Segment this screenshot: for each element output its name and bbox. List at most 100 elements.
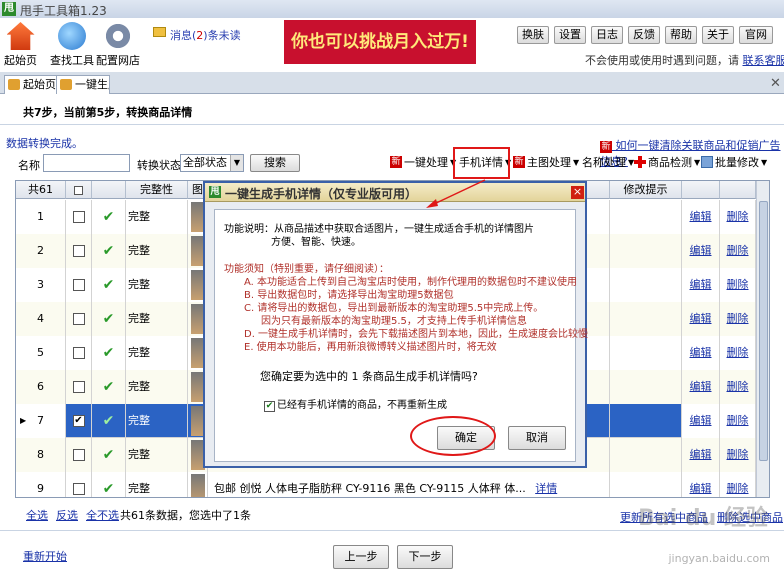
complete-check-icon: ✔	[92, 472, 126, 497]
name-process-menu[interactable]: 名称处理 ▼	[582, 154, 634, 170]
name-input[interactable]	[43, 154, 130, 172]
complete-check-icon: ✔	[92, 234, 126, 268]
tab-current[interactable]: 一键生成手机	[56, 75, 110, 94]
row-select[interactable]	[66, 438, 92, 472]
search-button[interactable]: 搜索	[250, 154, 300, 172]
home-button[interactable]: 起始页	[4, 22, 37, 68]
row-complete: 完整	[126, 472, 188, 497]
edit-link[interactable]: 编辑	[690, 346, 712, 359]
prev-step-button[interactable]: 上一步	[333, 545, 389, 569]
annotation-arrow	[426, 179, 486, 208]
complete-check-icon: ✔	[92, 336, 126, 370]
batch-edit-menu[interactable]: 批量修改 ▼	[701, 154, 767, 170]
row-checkbox[interactable]	[72, 483, 85, 495]
select-none-link[interactable]: 全不选	[86, 507, 119, 523]
restart-link[interactable]: 重新开始	[23, 548, 67, 564]
skin-button[interactable]: 换肤	[517, 26, 549, 44]
delete-link[interactable]: 删除	[727, 448, 749, 461]
row-checkbox[interactable]	[72, 347, 85, 359]
complete-check-icon: ✔	[92, 302, 126, 336]
row-delete: 删除	[720, 336, 756, 370]
about-button[interactable]: 关于	[702, 26, 734, 44]
row-select[interactable]	[66, 302, 92, 336]
close-icon[interactable]: ✕	[770, 76, 781, 91]
contact-support-link[interactable]: 联系客服	[743, 54, 784, 67]
edit-link[interactable]: 编辑	[690, 414, 712, 427]
row-modify-tip	[610, 234, 682, 268]
row-delete: 删除	[720, 438, 756, 472]
tab-home[interactable]: 起始页	[4, 75, 62, 94]
skip-existing-checkbox[interactable]: ✔	[264, 400, 275, 412]
row-checkbox[interactable]	[72, 279, 85, 291]
close-icon[interactable]: ×	[571, 186, 584, 199]
row-select[interactable]	[66, 268, 92, 302]
row-checkbox[interactable]: ✔	[72, 415, 85, 427]
help-text: 不会使用或使用时遇到问题，请	[585, 54, 739, 67]
row-number: 9	[16, 472, 66, 497]
edit-link[interactable]: 编辑	[690, 210, 712, 223]
one-key-process-menu[interactable]: 新 一键处理 ▼	[390, 154, 456, 170]
edit-link[interactable]: 编辑	[690, 312, 712, 325]
find-tools-button[interactable]: 查找工具	[50, 22, 94, 68]
config-shop-button[interactable]: 配置网店	[96, 22, 140, 68]
row-checkbox[interactable]	[72, 449, 85, 461]
row-checkbox[interactable]	[72, 381, 85, 393]
row-number: 1	[16, 200, 66, 234]
website-button[interactable]: 官网	[739, 26, 773, 44]
row-select[interactable]	[66, 336, 92, 370]
delete-link[interactable]: 删除	[727, 278, 749, 291]
row-detail-link[interactable]: 详情	[535, 482, 557, 495]
settings-button[interactable]: 设置	[554, 26, 586, 44]
invert-selection-link[interactable]: 反选	[56, 507, 78, 523]
header-modify-tip: 修改提示	[610, 181, 682, 199]
edit-link[interactable]: 编辑	[690, 380, 712, 393]
help-button[interactable]: 帮助	[665, 26, 697, 44]
main-image-menu[interactable]: 新 主图处理 ▼	[513, 154, 579, 170]
row-complete: 完整	[126, 370, 188, 404]
confirm-question: 您确定要为选中的 1 条商品生成手机详情吗?	[260, 370, 478, 383]
delete-link[interactable]: 删除	[727, 312, 749, 325]
complete-check-icon: ✔	[92, 268, 126, 302]
header-checkbox[interactable]	[74, 185, 83, 195]
edit-link[interactable]: 编辑	[690, 278, 712, 291]
row-checkbox[interactable]	[72, 211, 85, 223]
next-step-button[interactable]: 下一步	[397, 545, 453, 569]
row-select[interactable]	[66, 370, 92, 404]
select-all-link[interactable]: 全选	[26, 507, 48, 523]
row-select[interactable]	[66, 200, 92, 234]
tab-bar: 起始页 一键生成手机 ✕	[0, 72, 784, 94]
notice-d: D. 一键生成手机详情时，会先下载描述图片到本地，因此，生成速度会比较慢	[244, 329, 589, 340]
edit-link[interactable]: 编辑	[690, 482, 712, 495]
selection-links: 全选 反选 全不选	[26, 507, 119, 523]
row-checkbox[interactable]	[72, 245, 85, 257]
row-checkbox[interactable]	[72, 313, 85, 325]
delete-link[interactable]: 删除	[727, 244, 749, 257]
row-select[interactable]	[66, 234, 92, 268]
edit-link[interactable]: 编辑	[690, 244, 712, 257]
header-select-all[interactable]	[66, 181, 92, 199]
function-line-1: 从商品描述中获取合适图片，一键生成适合手机的详情图片	[274, 224, 534, 235]
row-select[interactable]: ✔	[66, 404, 92, 438]
feedback-button[interactable]: 反馈	[628, 26, 660, 44]
delete-link[interactable]: 删除	[727, 210, 749, 223]
scrollbar-thumb[interactable]	[759, 201, 768, 461]
log-button[interactable]: 日志	[591, 26, 623, 44]
cancel-button[interactable]: 取消	[508, 426, 566, 450]
row-delete: 删除	[720, 404, 756, 438]
delete-link[interactable]: 删除	[727, 414, 749, 427]
complete-check-icon: ✔	[92, 200, 126, 234]
delete-link[interactable]: 删除	[727, 346, 749, 359]
skip-existing-option[interactable]: ✔ 已经有手机详情的商品，不再重新生成	[264, 400, 447, 412]
delete-link[interactable]: 删除	[727, 482, 749, 495]
batch-edit-label: 批量修改	[715, 156, 759, 169]
delete-link[interactable]: 删除	[727, 380, 749, 393]
promo-banner[interactable]: 你也可以挑战月入过万!	[284, 20, 476, 64]
product-check-menu[interactable]: 商品检测 ▼	[634, 154, 700, 170]
row-select[interactable]	[66, 472, 92, 497]
table-row[interactable]: 9 ✔ 完整 包邮 创悦 人体电子脂肪秤 CY-9116 黑色 CY-9115 人体秤…	[16, 472, 756, 497]
vertical-scrollbar[interactable]	[756, 181, 769, 497]
title-bar: 甩 甩手工具箱1.23	[0, 0, 784, 18]
status-select[interactable]: 全部状态 ▼	[180, 154, 244, 172]
edit-link[interactable]: 编辑	[690, 448, 712, 461]
message-link[interactable]: 消息(2)条未读	[170, 27, 241, 43]
